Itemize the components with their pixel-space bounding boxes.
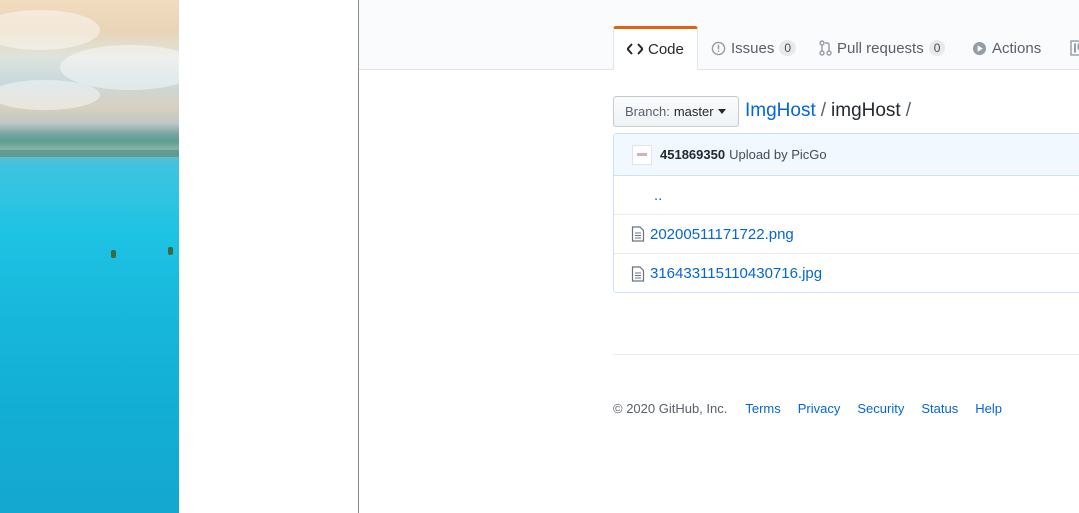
footer-link-status[interactable]: Status [921, 401, 958, 416]
breadcrumb-separator: / [905, 100, 911, 121]
issues-counter: 0 [779, 40, 797, 56]
file-icon [631, 226, 645, 242]
play-icon [972, 41, 987, 56]
tab-code[interactable]: Code [613, 26, 698, 70]
issue-opened-icon [711, 41, 726, 56]
file-link[interactable]: 316433115110430716.jpg [650, 265, 822, 282]
tab-pull-requests[interactable]: Pull requests 0 [819, 26, 946, 70]
file-list: 451869350 Upload by PicGo .. 20200511171… [613, 133, 1079, 293]
tab-pull-requests-label: Pull requests [837, 39, 924, 57]
buoy-marker [111, 250, 116, 258]
footer-link-help[interactable]: Help [975, 401, 1002, 416]
blank-area [179, 0, 358, 513]
buoy-marker [168, 247, 173, 255]
browser-page: Code Issues 0 Pull requests 0 Actions Br… [358, 0, 1079, 513]
tab-issues[interactable]: Issues 0 [711, 26, 797, 70]
breadcrumb-separator: / [820, 100, 827, 121]
breadcrumb-current-dir: imgHost [831, 100, 901, 121]
project-icon [1070, 40, 1079, 56]
file-link[interactable]: 20200511171722.png [650, 226, 794, 243]
shoreline [0, 150, 179, 157]
tab-actions-label: Actions [992, 39, 1042, 57]
footer-link-security[interactable]: Security [857, 401, 904, 416]
pull-requests-counter: 0 [928, 40, 946, 56]
latest-commit-bar: 451869350 Upload by PicGo [614, 134, 1079, 176]
file-icon [631, 265, 645, 282]
footer-link-privacy[interactable]: Privacy [798, 401, 841, 416]
branch-name: master [673, 104, 714, 119]
breadcrumb-repo-link[interactable]: ImgHost [745, 100, 816, 121]
desktop-wallpaper [0, 0, 179, 513]
list-item: .. [614, 176, 1079, 215]
branch-label: Branch: [625, 104, 670, 119]
footer-divider [613, 354, 1079, 355]
parent-directory-link[interactable]: .. [654, 187, 662, 204]
commit-message-link[interactable]: Upload by PicGo [729, 147, 827, 162]
tab-projects[interactable] [1070, 26, 1079, 70]
page-footer: © 2020 GitHub, Inc. Terms Privacy Securi… [613, 401, 1019, 416]
code-icon [627, 42, 643, 56]
footer-link-terms[interactable]: Terms [745, 401, 780, 416]
repo-nav: Code Issues 0 Pull requests 0 Actions [359, 0, 1079, 70]
tab-code-label: Code [648, 40, 684, 58]
breadcrumb: ImgHost / imgHost / [745, 99, 916, 123]
tab-actions[interactable]: Actions [972, 26, 1041, 70]
commit-sha-link[interactable]: 451869350 [660, 147, 725, 162]
git-pull-request-icon [819, 40, 832, 56]
avatar[interactable] [632, 144, 652, 165]
chevron-down-icon [717, 109, 726, 114]
list-item: 316433115110430716.jpg [614, 254, 1079, 293]
branch-select-button[interactable]: Branch: master [613, 96, 739, 127]
footer-copyright: © 2020 GitHub, Inc. [613, 401, 728, 416]
tab-issues-label: Issues [731, 39, 775, 57]
list-item: 20200511171722.png [614, 215, 1079, 254]
